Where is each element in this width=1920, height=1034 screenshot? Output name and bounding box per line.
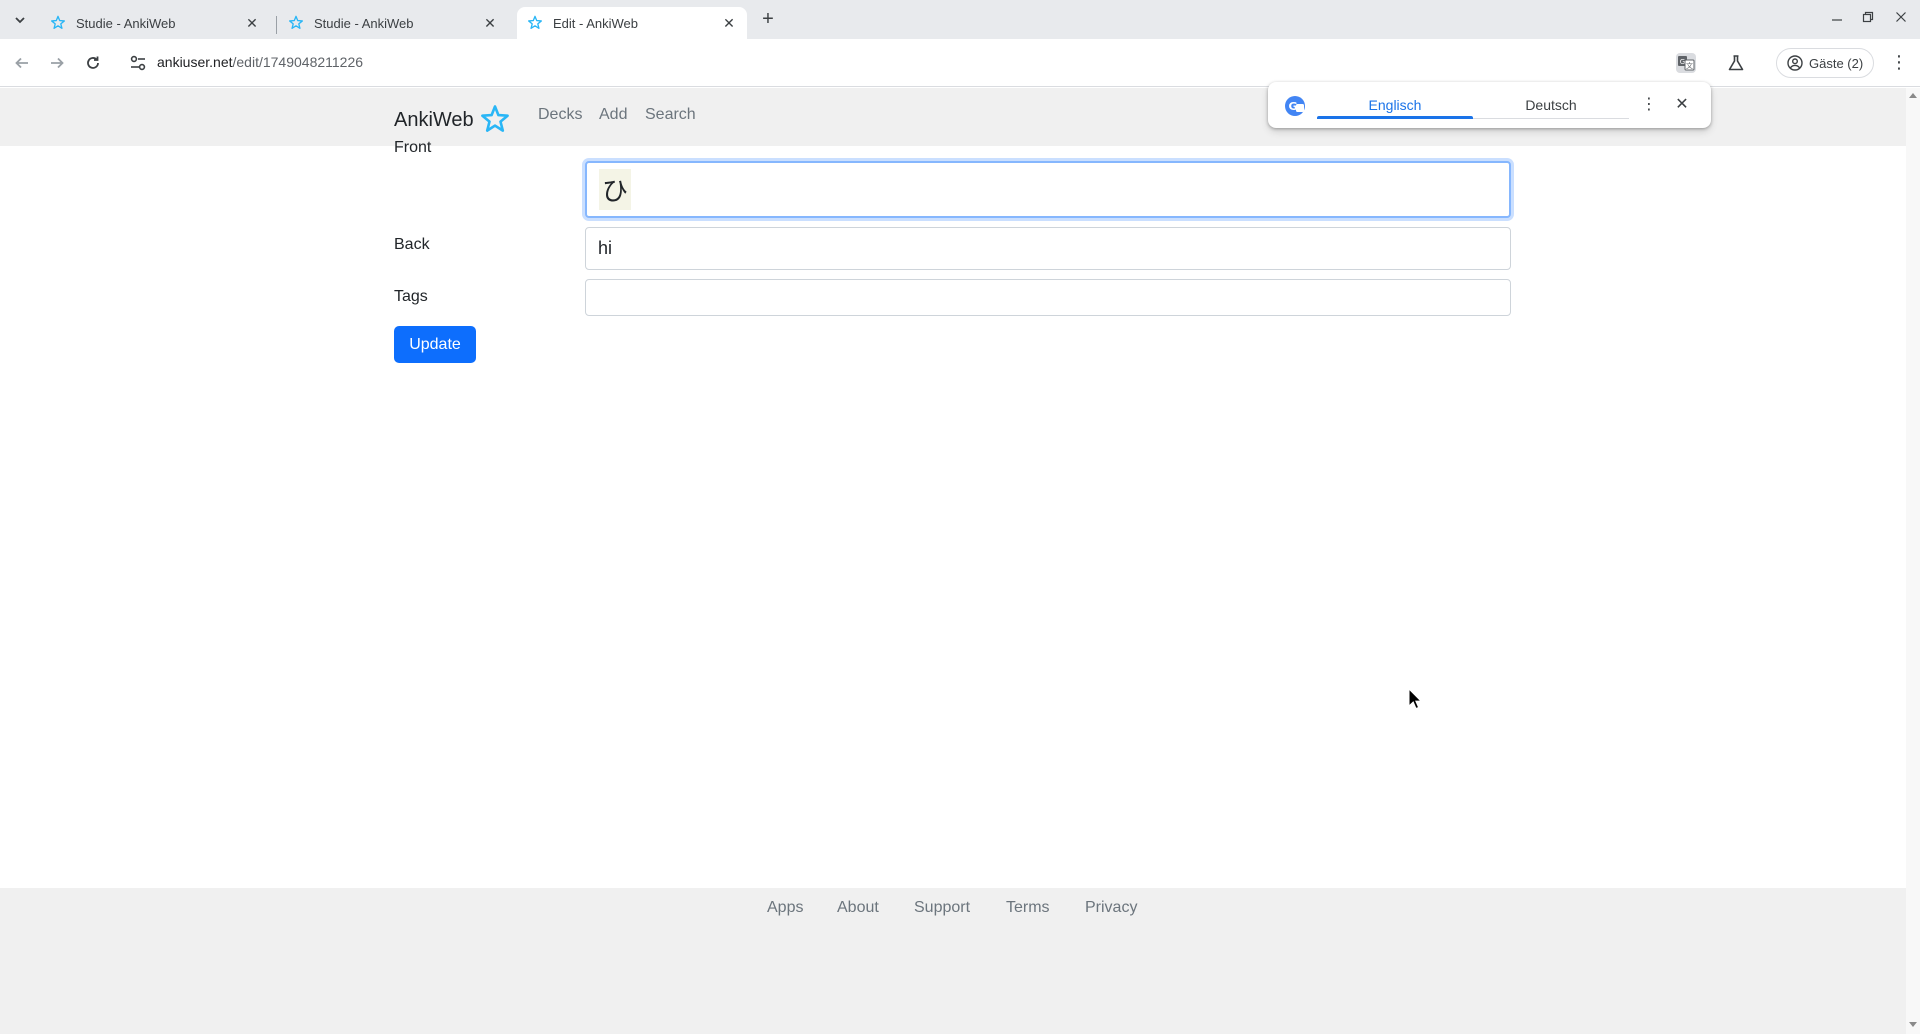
translate-close-icon[interactable]: ✕ [1672,94,1692,116]
browser-tab-3-active[interactable]: Edit - AnkiWeb ✕ [517,7,747,39]
forward-arrow-icon[interactable] [46,52,68,74]
browser-toolbar: ankiuser.net/edit/1749048211226 G文 Gäste… [0,39,1920,87]
close-tab-icon[interactable]: ✕ [244,15,260,31]
restore-window-icon[interactable] [1858,10,1878,26]
site-footer: Apps About Support Terms Privacy [0,888,1906,1034]
close-tab-icon[interactable]: ✕ [721,15,737,31]
browser-tabstrip: Studie - AnkiWeb ✕ Studie - AnkiWeb ✕ Ed… [0,0,1920,39]
footer-link-about[interactable]: About [837,899,879,917]
nav-link-decks[interactable]: Decks [538,106,582,124]
browser-menu-kebab-icon[interactable]: ⋮ [1890,53,1908,73]
tags-label: Tags [394,288,428,305]
tab-title: Studie - AnkiWeb [76,15,176,31]
minimize-window-icon[interactable] [1827,10,1847,26]
mouse-pointer-icon [1408,688,1422,710]
browser-tab-1[interactable]: Studie - AnkiWeb ✕ [40,7,270,39]
ankiweb-favicon-icon [51,15,65,29]
front-field[interactable]: ひ [585,161,1511,218]
brand-name: AnkiWeb [394,108,474,131]
url-domain: ankiuser.net [157,54,233,70]
guest-profile-icon [1787,55,1803,71]
svg-text:G: G [1680,58,1685,66]
translate-popup: G Englisch Deutsch ⋮ ✕ [1268,82,1711,128]
back-label: Back [394,236,430,253]
ankiweb-favicon-icon [528,15,542,29]
url-path: /edit/1749048211226 [232,54,364,70]
back-field[interactable]: hi [585,227,1511,270]
new-tab-plus-icon[interactable]: + [758,9,778,30]
ankiweb-favicon-icon [289,15,303,29]
nav-link-search[interactable]: Search [645,106,696,124]
svg-text:文: 文 [1686,61,1693,70]
footer-link-support[interactable]: Support [914,899,970,917]
tab-search-chevron-icon[interactable] [9,9,31,31]
footer-link-privacy[interactable]: Privacy [1085,899,1137,917]
tab-title: Edit - AnkiWeb [553,15,639,31]
close-window-icon[interactable] [1891,10,1911,26]
front-label: Front [394,139,432,156]
translate-active-underline [1317,116,1473,119]
google-translate-logo-icon: G [1285,96,1305,116]
address-bar-url[interactable]: ankiuser.net/edit/1749048211226 [157,54,363,70]
brand-logo-link[interactable]: AnkiWeb [394,104,511,136]
labs-flask-icon[interactable] [1724,51,1748,75]
translate-more-kebab-icon[interactable]: ⋮ [1639,94,1659,116]
reload-icon[interactable] [82,52,104,74]
tab-divider [276,16,277,34]
scroll-down-arrow-icon[interactable] [1909,1022,1917,1027]
translate-tab-source[interactable]: Englisch [1317,82,1473,128]
tab-title: Studie - AnkiWeb [314,15,414,31]
front-field-value: ひ [599,169,632,210]
profile-button[interactable]: Gäste (2) [1776,48,1875,78]
update-button[interactable]: Update [394,326,476,363]
tags-field[interactable] [585,279,1511,316]
translate-tab-divider [1473,118,1629,119]
profile-label: Gäste (2) [1809,55,1864,71]
back-arrow-icon[interactable] [11,52,33,74]
page-content: AnkiWeb Decks Add Search Front ひ Back hi… [0,88,1906,1034]
site-info-tune-icon[interactable] [128,53,148,73]
browser-tab-2[interactable]: Studie - AnkiWeb ✕ [278,7,508,39]
footer-link-terms[interactable]: Terms [1006,899,1050,917]
translate-page-icon[interactable]: G文 [1674,51,1698,75]
back-field-value: hi [598,238,613,258]
translate-tab-target[interactable]: Deutsch [1473,82,1629,128]
footer-link-apps[interactable]: Apps [767,899,803,917]
page-scrollbar[interactable] [1906,88,1920,1034]
scroll-up-arrow-icon[interactable] [1909,93,1917,98]
nav-link-add[interactable]: Add [599,106,627,124]
anki-star-logo-icon [480,105,509,132]
close-tab-icon[interactable]: ✕ [482,15,498,31]
